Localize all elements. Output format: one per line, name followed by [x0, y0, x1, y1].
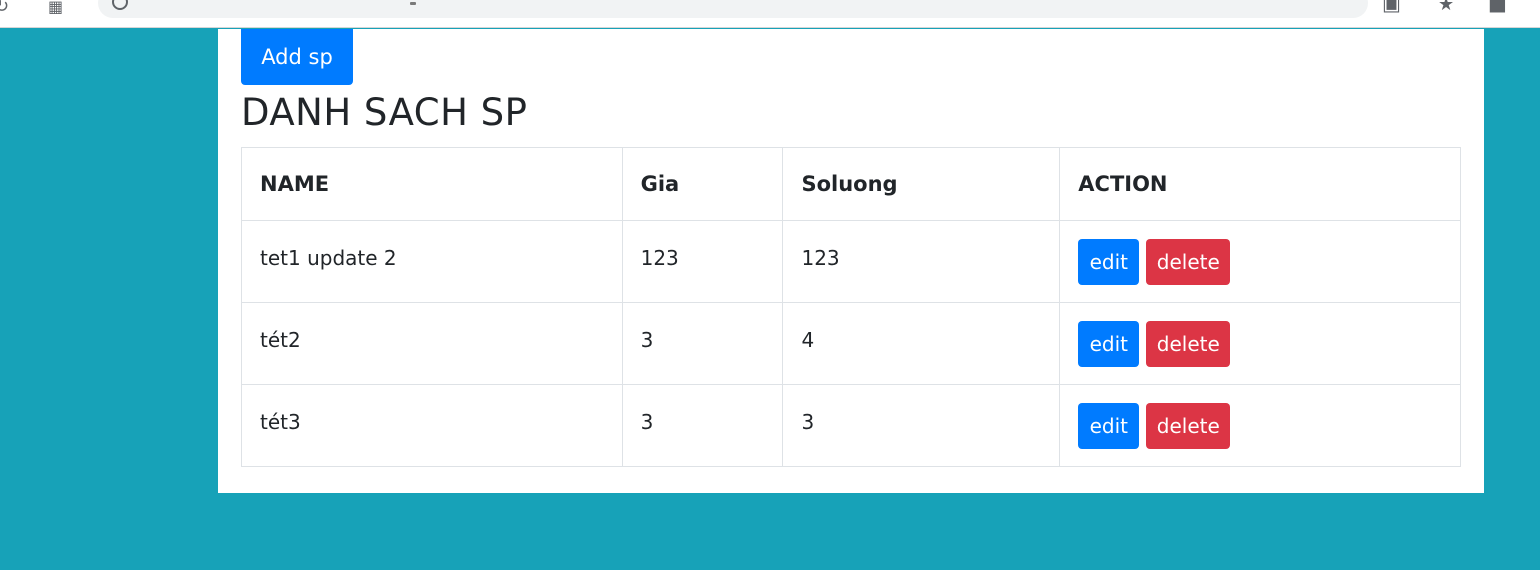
gia-text: 3: [640, 409, 654, 434]
row-actions: edit delete: [1078, 402, 1442, 449]
product-table: NAME Gia Soluong ACTION tet1 update 2 12…: [241, 147, 1461, 467]
soluong-text: 4: [801, 327, 815, 352]
delete-button[interactable]: delete: [1146, 238, 1231, 285]
row-actions: edit delete: [1078, 320, 1442, 367]
edit-button[interactable]: edit: [1078, 238, 1140, 285]
row-actions: edit delete: [1078, 238, 1442, 285]
edit-button[interactable]: edit: [1078, 320, 1140, 367]
edit-button[interactable]: edit: [1078, 402, 1140, 449]
profile-icon[interactable]: ■: [1488, 0, 1507, 13]
address-bar[interactable]: [98, 0, 1368, 18]
delete-button[interactable]: delete: [1146, 402, 1231, 449]
header-action: ACTION: [1059, 147, 1461, 221]
table-row: tét3 3 3 edit delete: [241, 384, 1461, 467]
screenshot-icon[interactable]: ▣: [1382, 0, 1401, 13]
cell-gia: 3: [621, 384, 784, 467]
page-title: DANH SACH SP: [241, 91, 528, 134]
apps-icon[interactable]: ▦: [48, 0, 63, 16]
add-product-button[interactable]: Add sp: [241, 29, 353, 85]
main-container: Add sp DANH SACH SP NAME Gia Soluong ACT…: [218, 29, 1484, 493]
reload-icon[interactable]: ↻: [0, 0, 9, 16]
cell-name: tét3: [241, 384, 623, 467]
gia-text: 123: [640, 245, 679, 270]
cell-action: edit delete: [1059, 302, 1461, 385]
name-text: tét3: [260, 409, 301, 434]
cell-name: tet1 update 2: [241, 220, 623, 303]
cell-gia: 123: [621, 220, 784, 303]
star-icon[interactable]: ★: [1438, 0, 1454, 14]
header-name: NAME: [241, 147, 623, 221]
cell-action: edit delete: [1059, 384, 1461, 467]
address-text: [410, 2, 416, 5]
soluong-text: 3: [801, 409, 815, 434]
table-row: tet1 update 2 123 123 edit delete: [241, 220, 1461, 303]
header-gia: Gia: [621, 147, 784, 221]
cell-soluong: 3: [782, 384, 1061, 467]
site-info-icon[interactable]: [112, 0, 128, 10]
table-header-row: NAME Gia Soluong ACTION: [241, 147, 1461, 221]
cell-soluong: 123: [782, 220, 1061, 303]
name-text: tet1 update 2: [260, 245, 397, 270]
table-row: tét2 3 4 edit delete: [241, 302, 1461, 385]
header-soluong: Soluong: [782, 147, 1061, 221]
name-text: tét2: [260, 327, 301, 352]
cell-action: edit delete: [1059, 220, 1461, 303]
cell-name: tét2: [241, 302, 623, 385]
cell-soluong: 4: [782, 302, 1061, 385]
soluong-text: 123: [801, 245, 840, 270]
delete-button[interactable]: delete: [1146, 320, 1231, 367]
browser-toolbar: ↻ ▦ ▣ ★ ■: [0, 0, 1540, 28]
cell-gia: 3: [621, 302, 784, 385]
gia-text: 3: [640, 327, 654, 352]
